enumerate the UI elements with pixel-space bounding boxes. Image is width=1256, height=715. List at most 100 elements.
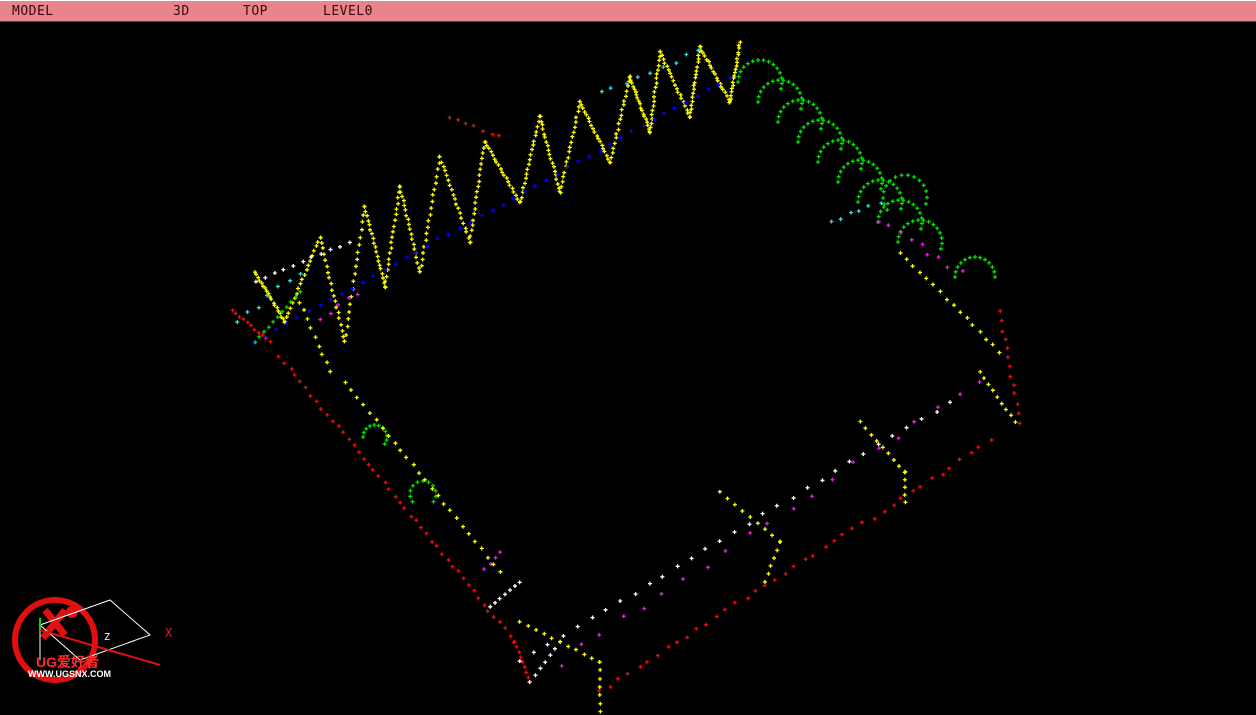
toolpath-point <box>791 495 796 500</box>
toolpath-point <box>560 179 565 184</box>
toolpath-point <box>691 91 696 96</box>
toolpath-point <box>347 240 352 245</box>
toolpath-point <box>498 569 503 574</box>
toolpath-point <box>753 588 758 593</box>
toolpath-point <box>303 385 308 390</box>
toolpath-point <box>809 494 814 499</box>
toolpath-point <box>856 158 861 163</box>
toolpath-point <box>838 146 843 151</box>
toolpath-point <box>411 242 416 247</box>
toolpath-point <box>770 533 775 538</box>
toolpath-point <box>386 257 391 262</box>
toolpath-point <box>820 478 825 483</box>
toolpath-point <box>291 264 296 269</box>
toolpath-point <box>508 588 513 593</box>
toolpath-point <box>939 236 944 241</box>
toolpath-point <box>675 564 680 569</box>
toolpath-point <box>531 650 536 655</box>
toolpath-point <box>343 380 348 385</box>
toolpath-point <box>266 325 271 330</box>
toolpath-point <box>573 647 578 652</box>
toolpath-point <box>471 123 476 128</box>
toolpath-point <box>256 305 261 310</box>
toolpath-point <box>515 197 520 202</box>
graphics-viewport[interactable] <box>0 22 1256 715</box>
toolpath-point <box>895 186 900 191</box>
toolpath-point <box>409 232 414 237</box>
toolpath-point <box>748 530 753 535</box>
toolpath-point <box>237 314 242 319</box>
toolpath-point <box>497 550 502 555</box>
toolpath-point <box>430 539 435 544</box>
toolpath-point <box>856 209 861 214</box>
toolpath-point <box>732 530 737 535</box>
toolpath-point <box>446 558 451 563</box>
toolpath-point <box>735 60 740 65</box>
toolpath-point <box>597 692 602 697</box>
toolpath-point <box>717 489 722 494</box>
toolpath-point <box>816 154 821 159</box>
toolpath-point <box>472 539 477 544</box>
toolpath-point <box>919 416 924 421</box>
toolpath-point <box>838 217 843 222</box>
toolpath-point <box>384 437 389 442</box>
toolpath-point <box>466 531 471 536</box>
toolpath-point <box>426 480 431 485</box>
toolpath-point <box>936 255 941 260</box>
toolpath-point <box>533 133 538 138</box>
toolpath-point <box>898 190 903 195</box>
toolpath-point <box>275 315 280 320</box>
orientation-label: TOP <box>243 4 268 19</box>
toolpath-point <box>555 182 560 187</box>
toolpath-point <box>355 292 360 297</box>
toolpath-point <box>526 162 531 167</box>
toolpath-point <box>447 115 452 120</box>
toolpath-point <box>761 85 766 90</box>
toolpath-point <box>705 565 710 570</box>
toolpath-point <box>849 210 854 215</box>
toolpath-point <box>649 112 654 117</box>
toolpath-point <box>482 567 487 572</box>
toolpath-point <box>893 175 898 180</box>
toolpath-point <box>858 189 863 194</box>
toolpath-point <box>999 401 1004 406</box>
toolpath-point <box>761 58 766 63</box>
toolpath-point <box>328 311 333 316</box>
toolpath-point <box>418 525 423 530</box>
toolpath-point <box>386 262 391 267</box>
toolpath-point <box>474 195 479 200</box>
toolpath-point <box>503 625 508 630</box>
toolpath-point <box>832 538 837 543</box>
toolpath-point <box>281 267 286 272</box>
toolpath-point <box>526 675 531 680</box>
toolpath-point <box>235 320 240 325</box>
toolpath-point <box>410 499 415 504</box>
toolpath-point <box>360 219 365 224</box>
toolpath-point <box>432 187 437 192</box>
toolpath-point <box>660 574 665 579</box>
toolpath-point <box>899 173 904 178</box>
toolpath-point <box>736 80 740 84</box>
toolpath-point <box>825 141 830 146</box>
toolpath-point <box>394 207 399 212</box>
toolpath-point <box>297 300 302 305</box>
toolpath-point <box>375 254 380 259</box>
toolpath-point <box>689 556 694 561</box>
toolpath-point <box>329 281 334 286</box>
toolpath-point <box>319 352 324 357</box>
toolpath-point <box>878 170 883 175</box>
toolpath-point <box>381 275 386 280</box>
toolpath-point <box>685 111 690 116</box>
toolpath-point <box>296 286 301 291</box>
toolpath-point <box>351 279 356 284</box>
toolpath-point <box>655 653 660 658</box>
toolpath-point <box>758 89 763 94</box>
toolpath-point <box>329 288 334 293</box>
toolpath-point <box>890 433 895 438</box>
toolpath-point <box>865 181 870 186</box>
toolpath-point <box>472 588 477 593</box>
toolpath-point <box>357 242 362 247</box>
toolpath-point <box>305 316 310 321</box>
toolpath-point <box>851 460 856 465</box>
toolpath-point <box>791 506 796 511</box>
